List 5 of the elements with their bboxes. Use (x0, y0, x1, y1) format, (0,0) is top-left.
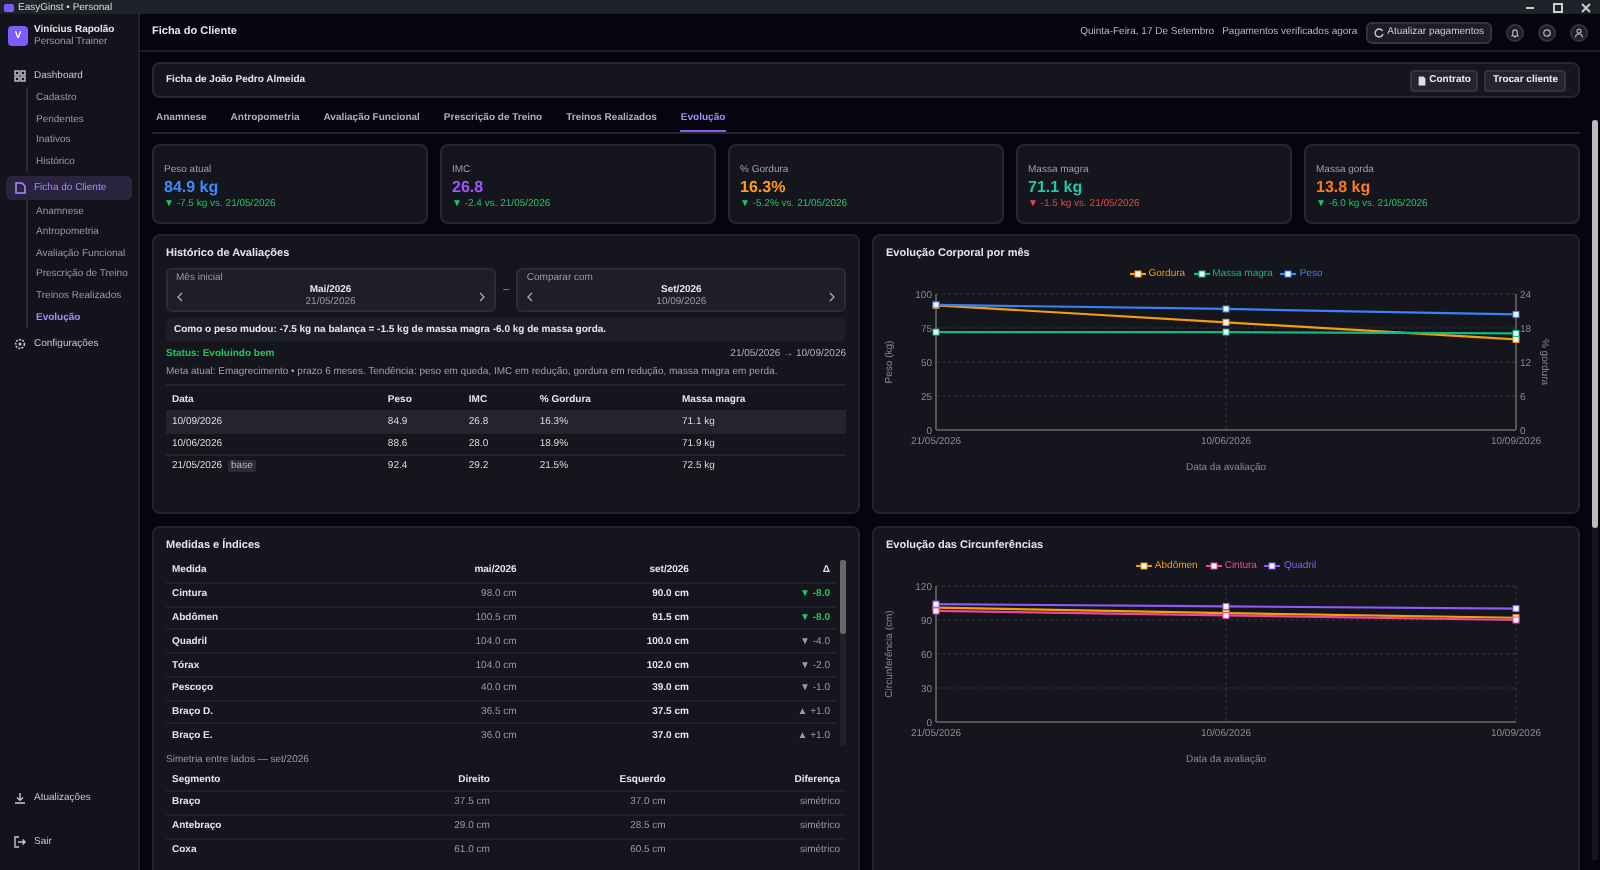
stat-value: 26.8 (452, 178, 486, 196)
stat-value: 13.8 kg (1316, 178, 1373, 196)
stat-value: 71.1 kg (1028, 178, 1085, 196)
stat-value: 16.3% (740, 178, 788, 196)
stat-value: 84.9 kg (164, 178, 221, 196)
